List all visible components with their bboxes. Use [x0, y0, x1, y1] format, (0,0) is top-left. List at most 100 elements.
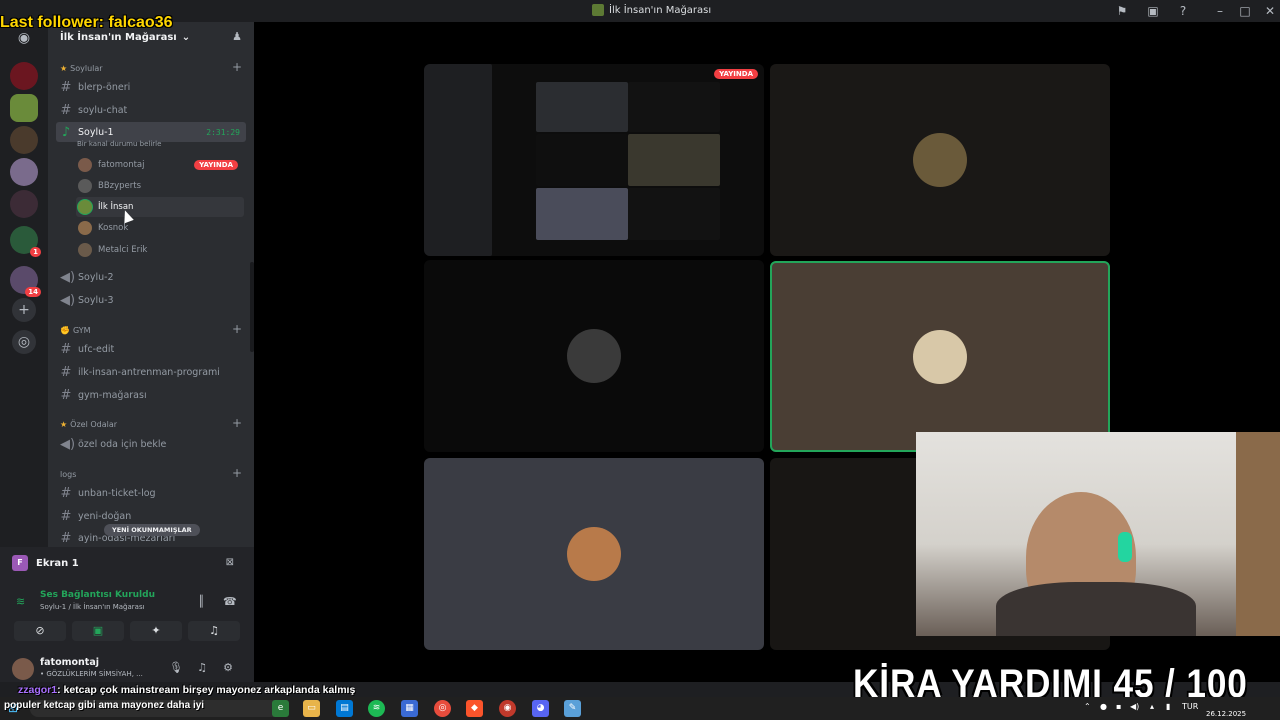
camera-toggle-button[interactable]: ⊘ — [14, 621, 66, 641]
microphone-icon[interactable]: 🎙 — [168, 661, 184, 677]
headset-light — [1118, 532, 1132, 562]
window-title: İlk İnsan'ın Mağarası — [592, 4, 711, 16]
screen-share-label: Ekran 1 — [36, 557, 79, 569]
channel-unban-ticket-log[interactable]: # unban-ticket-log — [56, 483, 246, 503]
window-title-text: İlk İnsan'ın Mağarası — [609, 4, 712, 16]
chrome-icon[interactable]: ◎ — [434, 700, 451, 717]
close-preview-icon[interactable]: ⊠ — [226, 557, 234, 568]
new-unreads-button[interactable]: YENİ OKUNMAMIŞLAR — [104, 524, 200, 536]
discover-icon[interactable]: ◎ — [12, 330, 36, 354]
disconnect-icon[interactable]: ☎ — [223, 595, 237, 608]
server-folder[interactable]: 1 — [10, 226, 41, 257]
avatar — [78, 200, 92, 214]
maximize-button[interactable]: □ — [1237, 3, 1253, 19]
inbox-icon[interactable]: ⚑ — [1114, 3, 1130, 19]
server-icon-5[interactable] — [10, 190, 38, 218]
minimize-button[interactable]: – — [1212, 3, 1228, 19]
category-gym[interactable]: ✊ GYM — [60, 326, 91, 335]
avatar[interactable] — [12, 658, 34, 680]
server-icon-1[interactable] — [10, 62, 38, 90]
screen-share-preview[interactable]: F Ekran 1 — [12, 555, 79, 571]
server-folder-2[interactable]: 14 — [10, 266, 41, 297]
hash-icon: # — [60, 485, 72, 501]
screen-share-button[interactable]: ▣ — [72, 621, 124, 641]
participant-tile[interactable] — [770, 64, 1110, 256]
channel-blerp[interactable]: # blerp-öneri — [56, 77, 246, 97]
create-channel-icon[interactable]: + — [232, 466, 242, 480]
voice-user[interactable]: Kosnok — [76, 218, 244, 238]
voice-channel-soylu-1[interactable]: ♪ Soylu-1 2:31:29 — [56, 122, 246, 142]
help-icon[interactable]: ? — [1175, 3, 1191, 19]
calculator-icon[interactable]: ▦ — [401, 700, 418, 717]
network-icon[interactable]: ▴ — [1150, 702, 1154, 711]
last-follower-overlay: Last follower: falcao36 — [0, 14, 173, 31]
screen-icon[interactable]: ▣ — [1145, 3, 1161, 19]
title-bar: İlk İnsan'ın Mağarası ⚑ ▣ ? – □ ✕ — [0, 0, 1280, 22]
channel-ufc-edit[interactable]: # ufc-edit — [56, 339, 246, 359]
tray-icon-2[interactable]: ▪ — [1116, 702, 1121, 711]
door-frame — [1236, 432, 1280, 636]
channel-label: Soylu-2 — [78, 271, 114, 283]
server-icon-4[interactable] — [10, 158, 38, 186]
chat-nick: zzagor1 — [18, 684, 58, 696]
channel-soylu-chat[interactable]: # soylu-chat — [56, 100, 246, 120]
channel-yeni-dogan[interactable]: # yeni-doğan — [56, 506, 246, 526]
hash-icon: # — [60, 102, 72, 118]
input-language[interactable]: TUR — [1182, 702, 1198, 711]
create-channel-icon[interactable]: + — [232, 322, 242, 336]
voice-channel-soylu-3[interactable]: ◀) Soylu-3 — [56, 290, 246, 310]
tray-chevron-icon[interactable]: ⌃ — [1084, 702, 1091, 711]
voice-channel-soylu-2[interactable]: ◀) Soylu-2 — [56, 267, 246, 287]
invite-icon[interactable]: ♟ — [232, 30, 242, 43]
stream-tile[interactable]: YAYINDA — [424, 64, 764, 256]
clock-date[interactable]: 26.12.2025 — [1206, 709, 1246, 719]
avatar — [78, 243, 92, 257]
server-icon-3[interactable] — [10, 126, 38, 154]
channel-gym-magarasi[interactable]: # gym-mağarası — [56, 385, 246, 405]
speaker-icon: ◀) — [60, 436, 76, 452]
voice-user[interactable]: fatomontaj YAYINDA — [76, 155, 244, 175]
file-explorer-icon[interactable]: ▭ — [303, 700, 320, 717]
discord-icon[interactable]: ◕ — [532, 700, 549, 717]
participant-tile-speaking[interactable] — [770, 261, 1110, 452]
server-name[interactable]: İlk İnsan'ın Mağarası ⌄ — [60, 32, 190, 43]
participant-tile[interactable] — [424, 260, 764, 452]
headphones-icon[interactable]: ♫ — [194, 661, 210, 677]
voice-user[interactable]: İlk İnsan — [76, 197, 244, 217]
category-ozel-odalar[interactable]: ★ Özel Odalar — [60, 420, 117, 429]
tray-app-icon[interactable]: ● — [1100, 702, 1107, 711]
notepad-icon[interactable]: ✎ — [564, 700, 581, 717]
store-icon[interactable]: ▤ — [336, 700, 353, 717]
server-icon-active[interactable] — [10, 94, 38, 122]
activities-button[interactable]: ✦ — [130, 621, 182, 641]
participant-tile[interactable] — [424, 458, 764, 650]
settings-gear-icon[interactable]: ⚙ — [220, 661, 236, 677]
spotify-icon[interactable]: ≋ — [368, 700, 385, 717]
close-button[interactable]: ✕ — [1262, 3, 1278, 19]
volume-icon[interactable]: ◀) — [1130, 702, 1139, 711]
edge-icon[interactable]: e — [272, 700, 289, 717]
avatar — [78, 158, 92, 172]
noise-suppression-icon[interactable]: ║ — [198, 595, 205, 608]
webcam-overlay — [916, 432, 1280, 636]
muscle-icon: ✊ — [60, 326, 70, 335]
battery-icon[interactable]: ▮ — [1166, 702, 1170, 711]
voice-channel-ozel-oda[interactable]: ◀) özel oda için bekle — [56, 434, 246, 454]
add-server-icon[interactable]: + — [12, 298, 36, 322]
avatar — [567, 527, 621, 581]
category-label: GYM — [72, 326, 91, 335]
create-channel-icon[interactable]: + — [232, 60, 242, 74]
channel-status[interactable]: Bir kanal durumu belirle — [77, 140, 161, 148]
channel-antrenman[interactable]: # ilk-insan-antrenman-programi — [56, 362, 246, 382]
voice-user[interactable]: BBzyperts — [76, 176, 244, 196]
category-logs[interactable]: logs — [60, 470, 76, 479]
soundboard-button[interactable]: ♫ — [188, 621, 240, 641]
create-channel-icon[interactable]: + — [232, 416, 242, 430]
obs-icon[interactable]: ◉ — [499, 700, 516, 717]
voice-user-name: Kosnok — [98, 223, 129, 233]
brave-icon[interactable]: ◆ — [466, 700, 483, 717]
category-soylular[interactable]: ★ Soylular — [60, 64, 103, 73]
server-icon — [592, 4, 604, 16]
voice-connection-status[interactable]: Ses Bağlantısı Kuruldu — [40, 590, 155, 600]
voice-user[interactable]: Metalci Erik — [76, 240, 244, 260]
